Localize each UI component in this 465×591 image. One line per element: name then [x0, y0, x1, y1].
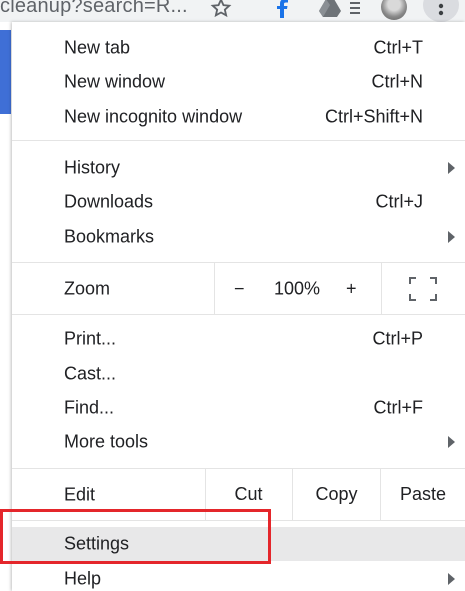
copy-button[interactable]: Copy — [293, 469, 380, 520]
menu-item-new-incognito-window[interactable]: New incognito window Ctrl+Shift+N — [12, 100, 465, 134]
menu-item-label: New window — [64, 71, 166, 92]
submenu-arrow-icon — [448, 573, 455, 585]
menu-item-label: New tab — [64, 37, 131, 58]
menu-item-print[interactable]: Print... Ctrl+P — [12, 322, 465, 356]
menu-item-label: Print... — [64, 328, 117, 349]
menu-separator — [12, 520, 465, 521]
kebab-menu-icon[interactable] — [423, 0, 459, 22]
menu-separator — [12, 314, 465, 315]
menu-item-label: New incognito window — [64, 106, 243, 127]
zoom-divider — [381, 263, 382, 314]
fullscreen-icon[interactable] — [409, 277, 437, 301]
profile-avatar[interactable] — [381, 0, 407, 20]
menu-item-label: Downloads — [64, 191, 154, 212]
menu-item-label: Settings — [64, 533, 130, 554]
menu-item-shortcut: Ctrl+N — [371, 71, 423, 92]
edit-label: Edit — [64, 484, 96, 504]
menu-item-label: Cast... — [64, 363, 117, 384]
menu-item-new-tab[interactable]: New tab Ctrl+T — [12, 31, 465, 65]
menu-item-find[interactable]: Find... Ctrl+F — [12, 391, 465, 425]
drive-icon[interactable] — [317, 0, 343, 20]
menu-separator — [12, 140, 465, 141]
menu-item-bookmarks[interactable]: Bookmarks — [12, 220, 465, 254]
menu-item-shortcut: Ctrl+P — [372, 328, 423, 349]
menu-item-help[interactable]: Help — [12, 562, 465, 591]
menu-item-new-window[interactable]: New window Ctrl+N — [12, 65, 465, 99]
menu-item-label: Bookmarks — [64, 226, 155, 247]
menu-edit-row: Edit Cut Copy Paste — [12, 469, 465, 520]
zoom-label: Zoom — [64, 278, 111, 298]
submenu-arrow-icon — [448, 162, 455, 174]
menu-item-settings[interactable]: Settings — [12, 527, 465, 561]
cut-button[interactable]: Cut — [205, 469, 292, 520]
address-bar-text[interactable]: cleanup?search=R... — [0, 0, 188, 18]
paste-button[interactable]: Paste — [381, 469, 465, 520]
submenu-arrow-icon — [448, 231, 455, 243]
page-accent-bar — [0, 30, 11, 114]
browser-toolbar: cleanup?search=R... — [0, 0, 465, 22]
submenu-arrow-icon — [448, 436, 455, 448]
menu-item-label: History — [64, 157, 121, 178]
menu-item-downloads[interactable]: Downloads Ctrl+J — [12, 185, 465, 219]
menu-zoom-row: Zoom − 100% + — [12, 263, 465, 314]
zoom-divider — [214, 263, 215, 314]
extension-f-icon[interactable] — [270, 0, 296, 20]
extension-menu-icon[interactable] — [342, 0, 368, 20]
menu-item-cast[interactable]: Cast... — [12, 357, 465, 391]
star-icon[interactable] — [208, 0, 234, 20]
zoom-in-button[interactable]: + — [346, 278, 357, 299]
menu-item-more-tools[interactable]: More tools — [12, 425, 465, 459]
menu-item-shortcut: Ctrl+J — [375, 191, 423, 212]
menu-item-shortcut: Ctrl+F — [373, 397, 424, 418]
menu-item-history[interactable]: History — [12, 151, 465, 185]
zoom-level: 100% — [274, 278, 321, 298]
menu-item-label: More tools — [64, 431, 149, 452]
menu-item-shortcut: Ctrl+Shift+N — [324, 106, 423, 127]
browser-main-menu: New tab Ctrl+T New window Ctrl+N New inc… — [12, 22, 465, 591]
menu-item-label: Help — [64, 568, 102, 589]
menu-item-label: Find... — [64, 397, 115, 418]
browser-window: cleanup?search=R... New tab Ctrl+T New w… — [0, 0, 465, 591]
zoom-out-button[interactable]: − — [234, 278, 245, 299]
menu-item-shortcut: Ctrl+T — [373, 37, 424, 58]
